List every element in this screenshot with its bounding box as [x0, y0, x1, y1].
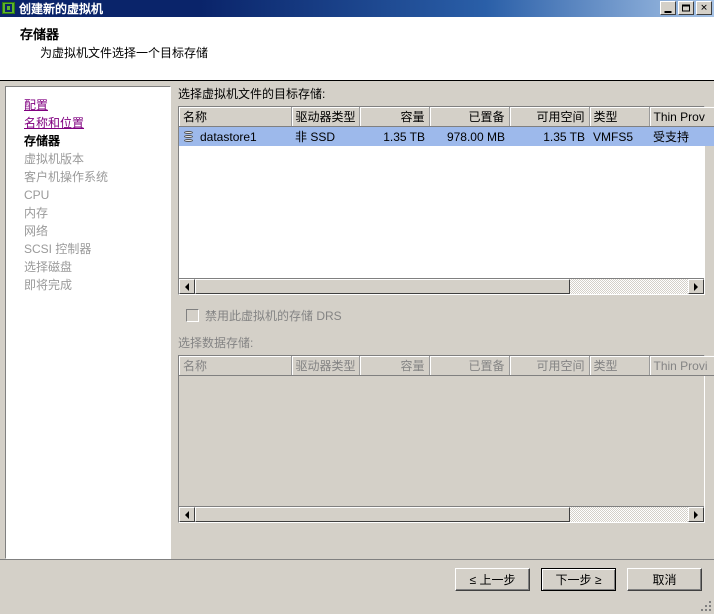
column-header-5[interactable]: 类型 — [589, 107, 650, 127]
datastore-icon — [183, 130, 194, 143]
sidebar-item-1[interactable]: 名称和位置 — [24, 114, 170, 132]
window-title: 创建新的虚拟机 — [19, 2, 104, 16]
datastore-table-header: 名称 驱动器类型 容量 已置备 可用空间 类型 Thin Provi — [179, 356, 714, 376]
triangle-left-icon — [185, 510, 189, 519]
column-header-5: 类型 — [589, 356, 650, 376]
column-header-6[interactable]: Thin Prov — [649, 107, 714, 127]
column-header-3: 已置备 — [429, 356, 510, 376]
triangle-right-icon — [694, 282, 698, 291]
sidebar-item-8: SCSI 控制器 — [24, 242, 92, 256]
close-button[interactable]: ✕ — [696, 1, 712, 15]
cell-capacity: 1.35 TB — [359, 126, 429, 146]
scroll-thumb[interactable] — [195, 507, 570, 522]
cell-free: 1.35 TB — [509, 126, 589, 146]
storage-table-hscrollbar[interactable] — [179, 278, 704, 294]
wizard-dialog: 创建新的虚拟机 ✕ 存储器 为虚拟机文件选择一个目标存储 配置 名称和位置 存储器虚… — [0, 0, 714, 614]
content-pane: 选择虚拟机文件的目标存储: 名称 驱动器类型 容量 已置备 可用空间 类型 Thin Pro… — [178, 86, 714, 559]
column-header-2[interactable]: 容量 — [359, 107, 430, 127]
sidebar-item-4: 客户机操作系统 — [24, 170, 109, 184]
scroll-right-button[interactable] — [688, 507, 704, 522]
column-header-3[interactable]: 已置备 — [429, 107, 510, 127]
storage-table: 名称 驱动器类型 容量 已置备 可用空间 类型 Thin Prov datastore1 非 … — [179, 107, 714, 146]
scroll-left-button[interactable] — [179, 279, 195, 294]
maximize-button[interactable] — [678, 1, 694, 15]
select-datastore-label: 选择数据存储: — [178, 336, 254, 350]
column-header-6: Thin Provi — [649, 356, 714, 376]
footer-divider — [0, 559, 714, 560]
column-header-4[interactable]: 可用空间 — [509, 107, 590, 127]
sidebar-item-0[interactable]: 配置 — [24, 96, 170, 114]
column-header-0[interactable]: 名称 — [179, 107, 292, 127]
cancel-button[interactable]: 取消 — [627, 568, 702, 591]
sidebar-item-2: 存储器 — [24, 134, 61, 148]
resize-grip[interactable] — [698, 598, 712, 612]
cell-provisioned: 978.00 MB — [429, 126, 509, 146]
scroll-thumb[interactable] — [195, 279, 570, 294]
disable-sdrs-checkbox[interactable] — [186, 308, 199, 322]
sidebar-item-5: CPU — [24, 188, 50, 202]
column-header-0: 名称 — [179, 356, 292, 376]
back-button[interactable]: ≤ 上一步 — [455, 568, 530, 591]
minimize-button[interactable] — [660, 1, 676, 15]
column-header-1[interactable]: 驱动器类型 — [291, 107, 360, 127]
cell-type: VMFS5 — [589, 126, 649, 146]
datastore-table-hscrollbar[interactable] — [179, 506, 704, 522]
disable-sdrs-label: 禁用此虚拟机的存储 DRS — [205, 308, 342, 323]
close-icon: ✕ — [700, 2, 708, 13]
cell-drive-type: 非 SSD — [291, 126, 359, 146]
storage-table-header: 名称 驱动器类型 容量 已置备 可用空间 类型 Thin Prov — [179, 107, 714, 127]
column-header-1: 驱动器类型 — [291, 356, 360, 376]
sidebar-item-3: 虚拟机版本 — [24, 152, 85, 166]
cell-thin-prov: 受支持 — [649, 126, 714, 146]
disable-sdrs-row[interactable]: 禁用此虚拟机的存储 DRS — [186, 306, 709, 324]
dialog-body: 配置 名称和位置存储器虚拟机版本客户机操作系统 CPU 内存网络 SCSI 控制器 选择磁… — [0, 82, 714, 559]
title-bar: 创建新的虚拟机 ✕ — [0, 0, 714, 17]
triangle-left-icon — [185, 282, 189, 291]
column-header-4: 可用空间 — [509, 356, 590, 376]
page-subtitle: 为虚拟机文件选择一个目标存储 — [40, 46, 209, 60]
vm-wizard-icon — [2, 2, 16, 15]
next-button[interactable]: 下一步 ≥ — [541, 568, 616, 591]
datastore-table: 名称 驱动器类型 容量 已置备 可用空间 类型 Thin Provi — [179, 356, 714, 376]
column-header-2: 容量 — [359, 356, 430, 376]
storage-table-container: 名称 驱动器类型 容量 已置备 可用空间 类型 Thin Prov datastore1 非 … — [178, 106, 714, 295]
window-controls: ✕ — [660, 1, 712, 15]
datastore-name: datastore1 — [200, 129, 257, 144]
page-title: 存储器 — [20, 27, 60, 42]
scroll-left-button[interactable] — [179, 507, 195, 522]
cell-name: datastore1 — [179, 126, 291, 146]
sidebar-item-10: 即将完成 — [24, 278, 73, 292]
target-storage-label: 选择虚拟机文件的目标存储: — [178, 87, 326, 101]
scroll-track[interactable] — [195, 279, 688, 294]
page-header: 存储器 为虚拟机文件选择一个目标存储 — [0, 17, 714, 81]
dialog-footer: ≤ 上一步 下一步 ≥ 取消 — [0, 559, 714, 614]
datastore-table-container: 名称 驱动器类型 容量 已置备 可用空间 类型 Thin Provi — [178, 355, 714, 523]
wizard-buttons: ≤ 上一步 下一步 ≥ 取消 — [455, 568, 702, 591]
triangle-right-icon — [694, 510, 698, 519]
sidebar-item-6: 内存 — [24, 206, 49, 220]
scroll-right-button[interactable] — [688, 279, 704, 294]
sidebar-item-7: 网络 — [24, 224, 49, 238]
wizard-steps-sidebar: 配置 名称和位置存储器虚拟机版本客户机操作系统 CPU 内存网络 SCSI 控制器 选择磁… — [5, 86, 171, 559]
sidebar-item-9: 选择磁盘 — [24, 260, 73, 274]
scroll-track[interactable] — [195, 507, 688, 522]
table-row[interactable]: datastore1 非 SSD 1.35 TB 978.00 MB 1.35 TB VM… — [179, 126, 714, 146]
